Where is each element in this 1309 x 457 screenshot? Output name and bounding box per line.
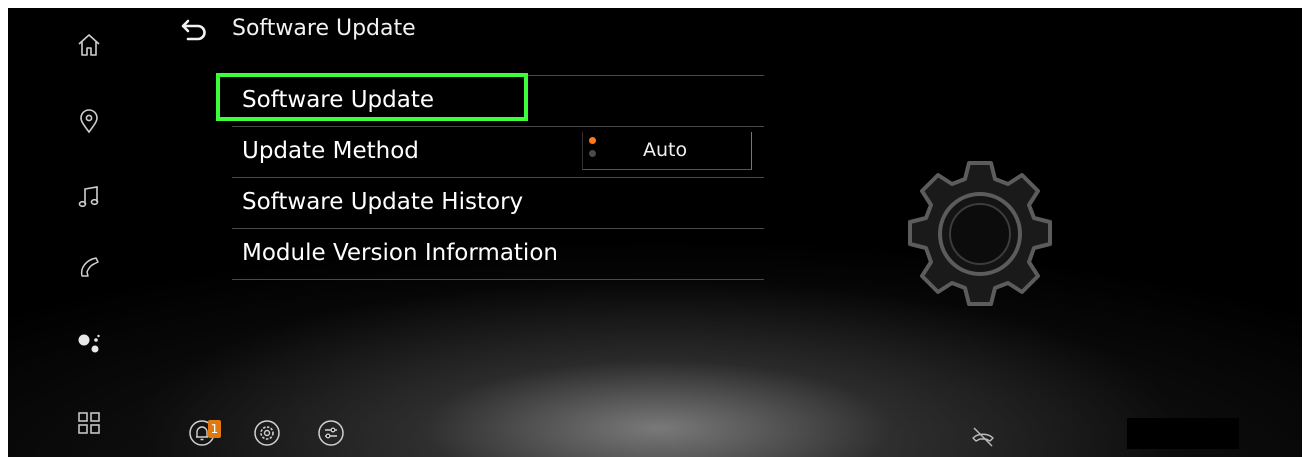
sliders-icon[interactable]: [316, 418, 346, 448]
indicator-on: [589, 137, 596, 144]
back-arrow-icon: [181, 19, 206, 41]
update-method-value: Auto: [643, 139, 688, 161]
location-pin-icon[interactable]: [76, 108, 102, 134]
menu-item-label: Module Version Information: [242, 240, 558, 266]
notification-count-badge: 1: [208, 420, 221, 438]
menu-item-label: Update Method: [242, 138, 419, 164]
gear-illustration-icon: [895, 150, 1065, 320]
google-assistant-icon[interactable]: [76, 330, 102, 356]
back-button[interactable]: [180, 18, 210, 42]
home-icon[interactable]: [76, 32, 102, 58]
phone-off-icon[interactable]: [968, 424, 998, 454]
menu-item-software-update[interactable]: Software Update: [216, 73, 764, 126]
music-note-icon[interactable]: [76, 184, 102, 210]
page-title: Software Update: [232, 16, 416, 41]
update-method-toggle[interactable]: Auto: [582, 132, 752, 170]
apps-grid-icon[interactable]: [76, 410, 102, 436]
menu-item-module-version-information[interactable]: Module Version Information: [232, 228, 764, 280]
settings-menu: Software Update Update Method Auto Softw…: [216, 73, 764, 280]
indicator-off: [589, 150, 596, 157]
menu-item-update-method[interactable]: Update Method Auto: [232, 126, 764, 177]
settings-gear-icon[interactable]: [252, 418, 282, 448]
menu-item-software-update-history[interactable]: Software Update History: [232, 177, 764, 228]
menu-item-label: Software Update: [242, 87, 434, 113]
phone-icon[interactable]: [76, 254, 102, 280]
menu-item-label: Software Update History: [242, 189, 524, 215]
status-area: [1127, 418, 1239, 449]
